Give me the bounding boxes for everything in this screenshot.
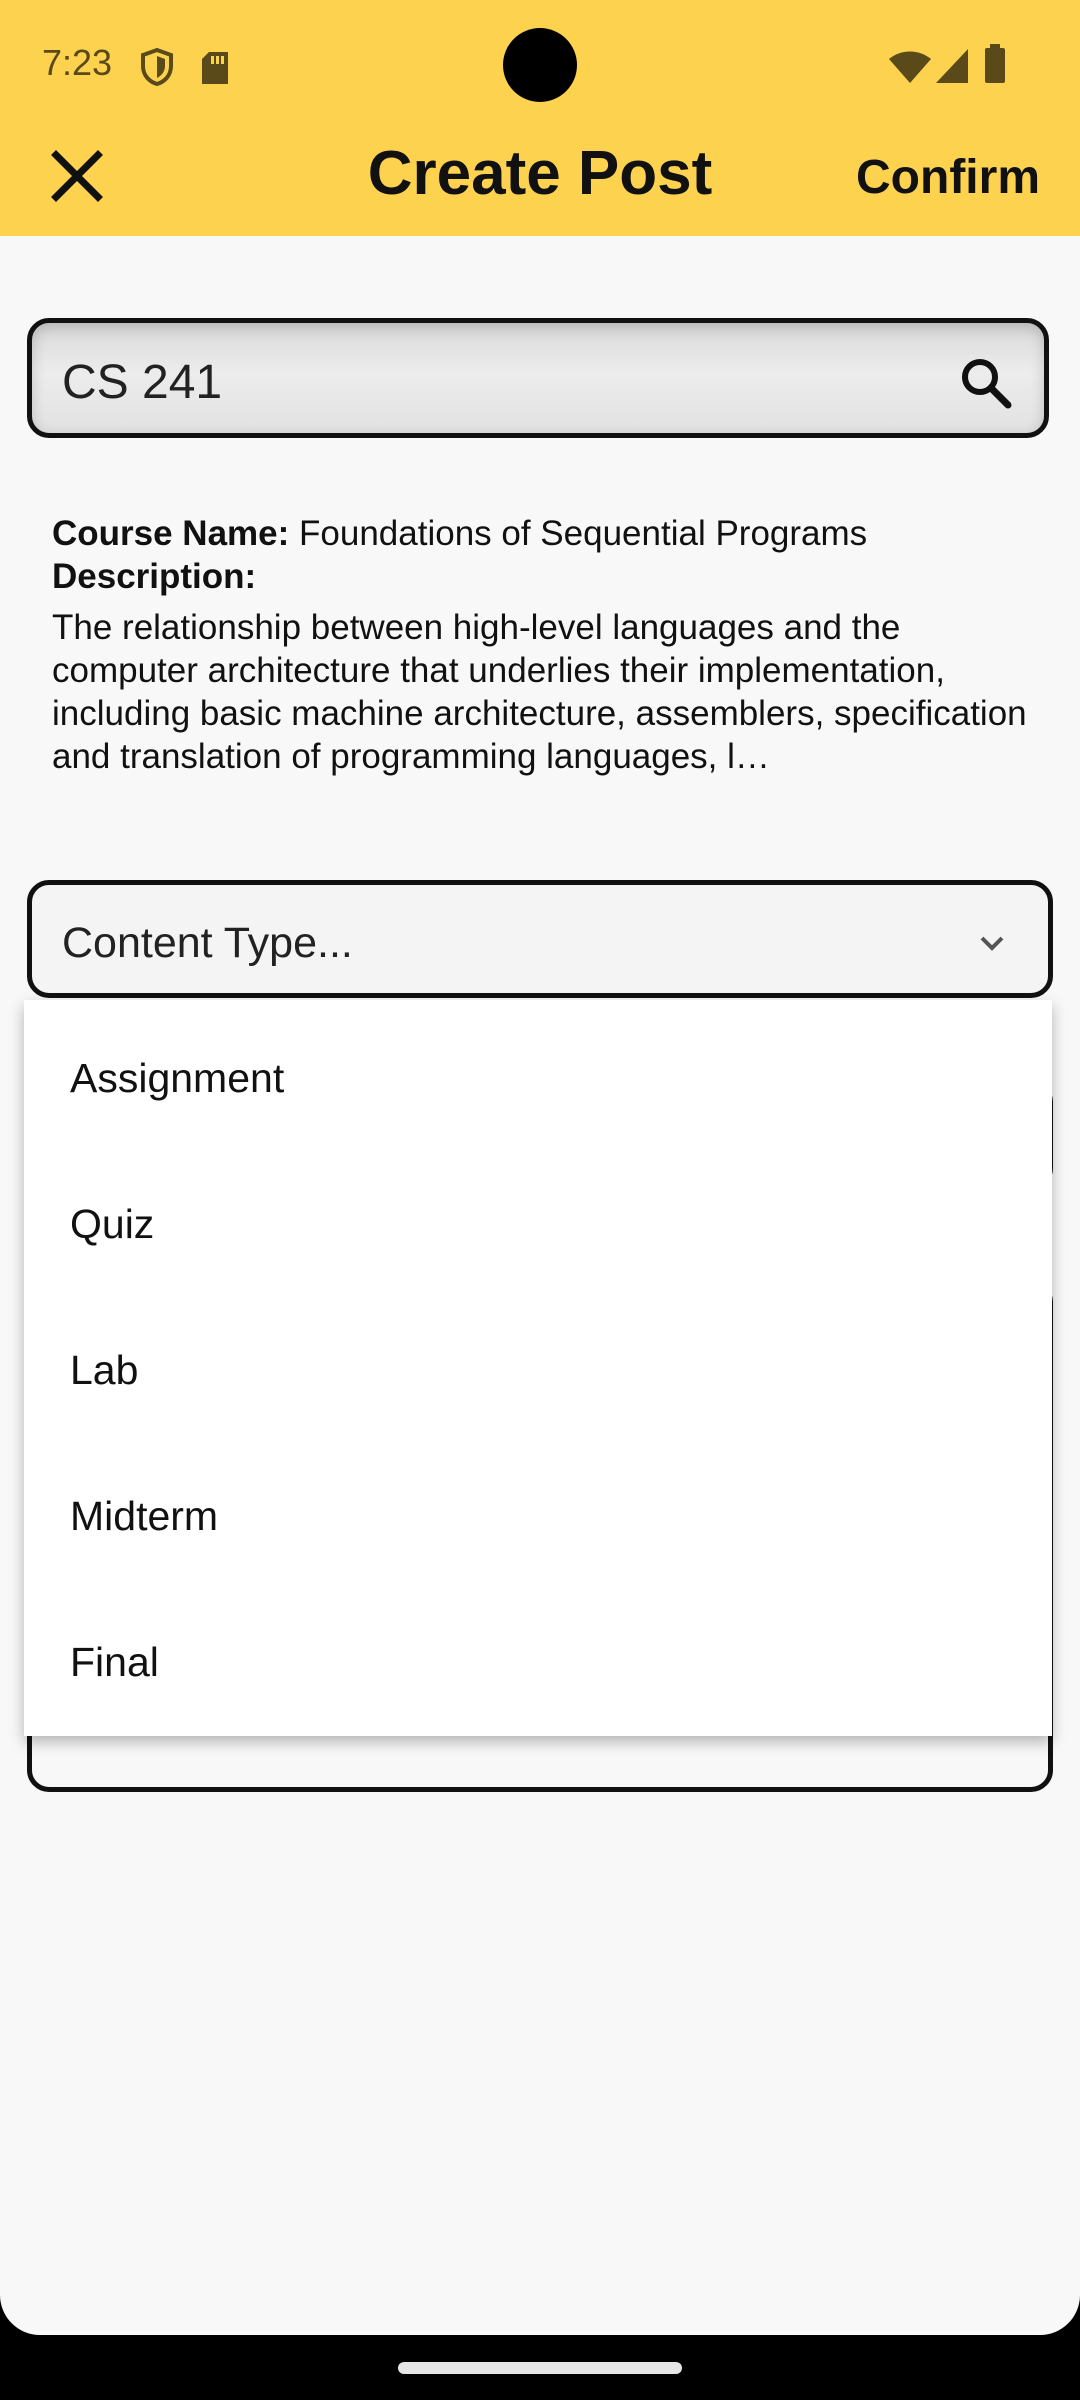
course-name-row: Course Name: Foundations of Sequential P… bbox=[52, 512, 1032, 555]
dropdown-option-lab[interactable]: Lab bbox=[24, 1297, 1052, 1443]
dropdown-option-final[interactable]: Final bbox=[24, 1589, 1052, 1735]
dropdown-option-assignment[interactable]: Assignment bbox=[24, 1005, 1052, 1151]
status-time: 7:23 bbox=[42, 42, 113, 83]
course-search-input[interactable]: CS 241 bbox=[27, 318, 1049, 438]
confirm-button[interactable]: Confirm bbox=[856, 150, 1040, 205]
sd-card-icon bbox=[202, 52, 228, 84]
wifi-icon bbox=[889, 51, 931, 83]
app-header: 7:23 Create Post Confirm bbox=[0, 0, 1080, 236]
course-info: Course Name: Foundations of Sequential P… bbox=[52, 512, 1032, 778]
course-name-value: Foundations of Sequential Programs bbox=[299, 514, 868, 553]
battery-icon bbox=[985, 44, 1005, 83]
dropdown-option-quiz[interactable]: Quiz bbox=[24, 1151, 1052, 1297]
content-type-placeholder: Content Type... bbox=[62, 919, 353, 967]
search-icon[interactable] bbox=[958, 355, 1014, 411]
screen: 7:23 Create Post Confirm CS 241 Course N… bbox=[0, 0, 1080, 2335]
dropdown-option-midterm[interactable]: Midterm bbox=[24, 1443, 1052, 1589]
course-description: The relationship between high-level lang… bbox=[52, 608, 1027, 776]
description-label: Description: bbox=[52, 557, 257, 596]
shield-icon bbox=[141, 48, 173, 86]
content-type-select[interactable]: Content Type... bbox=[27, 880, 1053, 998]
course-name-label: Course Name: bbox=[52, 514, 290, 553]
chevron-down-icon bbox=[980, 936, 1004, 951]
camera-cutout bbox=[503, 28, 577, 102]
navigation-handle[interactable] bbox=[398, 2362, 682, 2374]
content-type-dropdown: Assignment Quiz Lab Midterm Final bbox=[24, 1000, 1052, 1736]
search-input-value: CS 241 bbox=[62, 356, 223, 409]
signal-icon bbox=[936, 49, 968, 83]
